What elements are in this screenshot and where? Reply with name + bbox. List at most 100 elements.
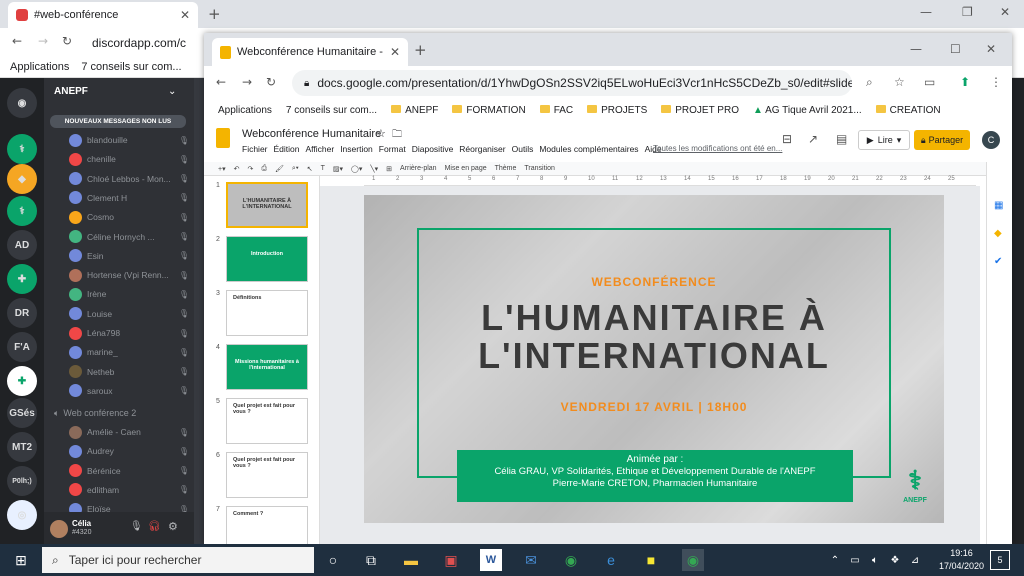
toolbar-theme[interactable]: Thème — [495, 165, 517, 172]
present-button[interactable]: ▶ Lire ▾ — [858, 130, 910, 150]
slide-date[interactable]: VENDREDI 17 AVRIL | 18H00 — [364, 400, 944, 414]
server-fa[interactable]: F'A — [7, 332, 37, 362]
member-item[interactable]: Céline Hornych ... 🎙︎ — [69, 229, 189, 245]
toolbar-layout[interactable]: Mise en page — [445, 165, 487, 172]
anepf-server-active-icon[interactable]: ⚕ — [7, 196, 37, 226]
paint-format-icon[interactable]: 🖌︎ — [275, 165, 284, 173]
share-button[interactable]: 🔒︎ Partager — [914, 130, 970, 150]
back-arrow-icon[interactable]: ← — [216, 75, 226, 89]
close-window-icon[interactable]: ✕ — [986, 42, 996, 56]
settings-gear-icon[interactable]: ⚙ — [168, 520, 178, 533]
bookmark-projets[interactable]: PROJETS — [587, 104, 647, 116]
member-item[interactable]: Netheb 🎙︎ — [69, 364, 189, 380]
network-icon[interactable]: ⊿ — [904, 549, 926, 571]
menu-item[interactable]: Format — [379, 144, 406, 154]
toolbar-transition[interactable]: Transition — [524, 165, 554, 172]
chevron-down-icon[interactable]: ⌄ — [168, 86, 176, 97]
zoom-icon[interactable]: ⌕▾ — [292, 165, 299, 173]
battery-icon[interactable]: ▭ — [844, 549, 866, 571]
comments-history-icon[interactable]: ⊟ — [782, 132, 792, 146]
volume-icon[interactable]: 🔈︎ — [864, 549, 886, 571]
dropbox-icon[interactable]: ❖ — [884, 549, 906, 571]
bookmark-fac[interactable]: FAC — [539, 104, 573, 116]
server-gses[interactable]: GSés — [7, 398, 37, 428]
insert-comment-icon[interactable]: ⊞ — [386, 165, 392, 173]
server-mt2[interactable]: MT2 — [7, 432, 37, 462]
redo-icon[interactable]: ↷ — [247, 165, 253, 173]
slide-thumbnail[interactable]: Quel projet est fait pour vous ? — [226, 452, 308, 498]
shape-icon[interactable]: ◯▾ — [351, 165, 362, 173]
line-icon[interactable]: ╲▾ — [370, 165, 378, 173]
keep-icon[interactable]: ◆ — [994, 228, 1002, 239]
taskbar-search[interactable]: ⌕ Taper ici pour rechercher — [42, 547, 314, 573]
bookmark-conseils[interactable]: 7 conseils sur com... — [81, 61, 181, 73]
member-item[interactable]: Irène 🎙︎ — [69, 286, 189, 302]
slide-thumbnail[interactable]: L'HUMANITAIRE À L'INTERNATIONAL — [226, 182, 308, 228]
restore-icon[interactable]: ❐ — [962, 5, 973, 19]
menu-dots-icon[interactable]: ⋮ — [990, 75, 1002, 89]
anepf-server-icon[interactable]: ⚕ — [7, 134, 37, 164]
main-slide[interactable]: WEBCONFÉRENCE L'HUMANITAIRE À L'INTERNAT… — [364, 195, 944, 523]
menu-item[interactable]: Diapositive — [412, 144, 454, 154]
comment-icon[interactable]: ▤ — [836, 132, 847, 146]
cortana-icon[interactable]: ○ — [322, 549, 344, 571]
calendar-icon[interactable]: ▦ — [994, 200, 1003, 211]
server-green-icon[interactable]: ✚ — [7, 264, 37, 294]
server-blue-icon[interactable]: ◎ — [7, 500, 37, 530]
menu-item[interactable]: Outils — [512, 144, 534, 154]
server-polh[interactable]: P0lh;) — [7, 466, 37, 496]
close-window-icon[interactable]: ✕ — [1000, 5, 1010, 19]
menu-item[interactable]: Réorganiser — [459, 144, 505, 154]
doc-title[interactable]: Webconférence Humanitaire — [242, 128, 381, 140]
mute-icon[interactable]: 🎙︎ — [130, 521, 143, 532]
edge-icon[interactable]: e — [600, 549, 622, 571]
server-dr[interactable]: DR — [7, 298, 37, 328]
avatar[interactable] — [50, 520, 68, 538]
move-folder-icon[interactable]: 🗀︎ — [392, 127, 402, 144]
member-item[interactable]: Léna798 🎙︎ — [69, 325, 189, 341]
bookmark-apps[interactable]: Applications — [10, 61, 69, 73]
extension-icon[interactable]: ⬆ — [960, 75, 970, 89]
slide-thumbnail[interactable]: Quel projet est fait pour vous ? — [226, 398, 308, 444]
member-item[interactable]: marine_ 🎙︎ — [69, 344, 189, 360]
menu-item[interactable]: Édition — [274, 144, 300, 154]
member-item[interactable]: Chloé Lebbos - Mon... 🎙︎ — [69, 171, 189, 187]
image-icon[interactable]: ▨▾ — [333, 165, 343, 173]
save-status[interactable]: Toutes les modifications ont été en... — [653, 144, 782, 153]
slide-thumbnail[interactable]: Définitions — [226, 290, 308, 336]
new-tab-icon[interactable]: + — [414, 41, 427, 59]
file-explorer-icon[interactable]: ▬ — [400, 549, 422, 571]
bookmark-projet-pro[interactable]: PROJET PRO — [661, 104, 739, 116]
tasks-icon[interactable]: ✔ — [994, 256, 1002, 267]
server-yellow-icon[interactable]: ◆ — [7, 164, 37, 194]
slides-logo-icon[interactable] — [216, 128, 230, 148]
clock[interactable]: 19:16 17/04/2020 — [939, 547, 984, 573]
member-item[interactable]: saroux 🎙︎ — [69, 383, 189, 399]
menu-item[interactable]: Modules complémentaires — [539, 144, 638, 154]
undo-icon[interactable]: ↶ — [234, 165, 240, 173]
menu-item[interactable]: Insertion — [340, 144, 373, 154]
activity-icon[interactable]: ↗ — [808, 132, 818, 146]
minimize-icon[interactable]: — — [910, 42, 922, 56]
member-item[interactable]: Louise 🎙︎ — [69, 306, 189, 322]
reload-icon[interactable]: ↻ — [62, 34, 72, 48]
word-icon[interactable]: W — [480, 549, 502, 571]
deafen-icon[interactable]: 🎧︎ — [148, 521, 161, 532]
bookmark-ag-tique[interactable]: ▲ AG Tique Avril 2021... — [753, 105, 862, 116]
member-item[interactable]: chenille 🎙︎ — [69, 151, 189, 167]
member-item[interactable]: Cosmo 🎙︎ — [69, 209, 189, 225]
chrome-icon[interactable]: ◉ — [560, 549, 582, 571]
front-tab[interactable]: Webconférence Humanitaire - Go ✕ — [212, 38, 408, 66]
slide-kicker[interactable]: WEBCONFÉRENCE — [364, 275, 944, 289]
server-cross-icon[interactable]: ✚ — [7, 366, 37, 396]
bookmark-creation[interactable]: CREATION — [875, 104, 941, 116]
back-arrow-icon[interactable]: ← — [12, 34, 22, 48]
textbox-icon[interactable]: T — [321, 165, 325, 172]
maximize-icon[interactable]: ☐ — [950, 42, 961, 56]
back-tab[interactable]: #web-conférence ✕ — [8, 2, 198, 28]
close-tab-icon[interactable]: ✕ — [390, 45, 400, 59]
close-icon[interactable]: ✕ — [180, 8, 190, 22]
slide-presenters-box[interactable]: Animée par : Célia GRAU, VP Solidarités,… — [457, 450, 853, 502]
reload-icon[interactable]: ↻ — [266, 75, 276, 89]
notifications-badge[interactable]: 5 — [990, 550, 1010, 570]
